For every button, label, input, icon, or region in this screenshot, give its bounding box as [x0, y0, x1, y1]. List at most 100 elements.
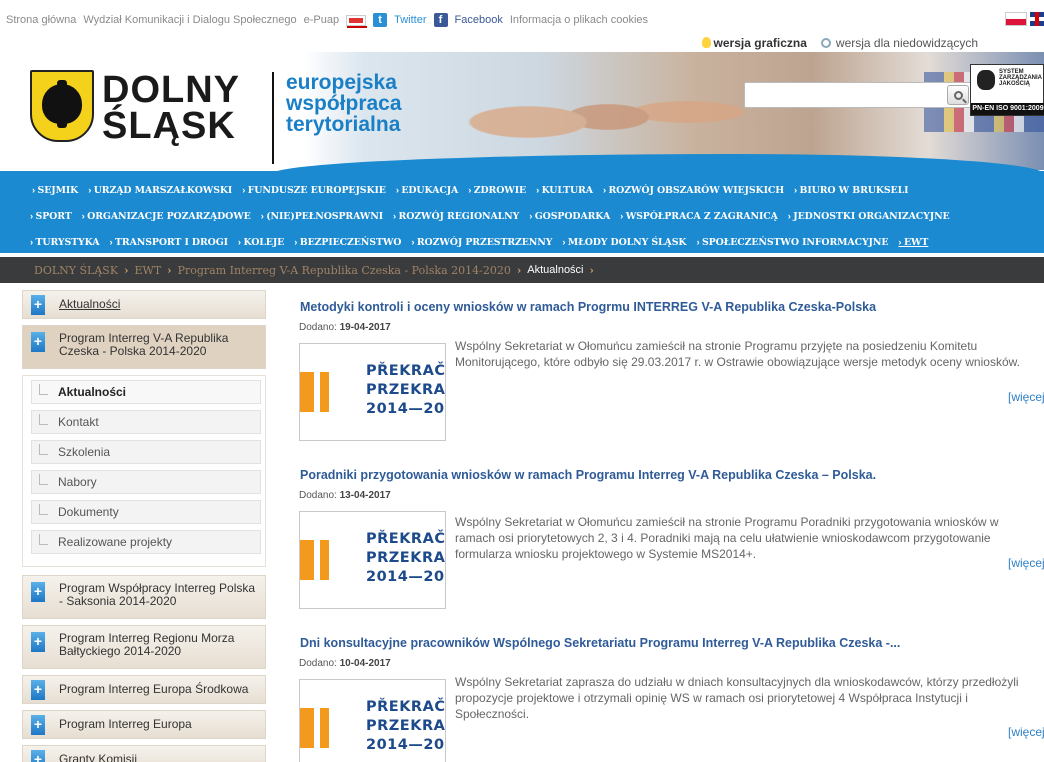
breadcrumb-separator-icon: ›: [516, 263, 522, 277]
nav-item-bezpieczenstwo[interactable]: BEZPIECZEŃSTWO: [294, 236, 402, 248]
sidebar-item-europa[interactable]: + Program Interreg Europa: [22, 710, 266, 739]
sidebar: + Aktualności + Program Interreg V-A Rep…: [22, 290, 269, 762]
nav-item-sport[interactable]: SPORT: [30, 210, 72, 222]
nav-item-edukacja[interactable]: EDUKACJA: [396, 184, 458, 196]
sidebar-item-granty-komisji[interactable]: + Granty Komisji: [22, 745, 266, 762]
nav-item-ngo[interactable]: ORGANIZACJE POZARZĄDOWE: [82, 210, 251, 222]
submenu-item-szkolenia[interactable]: Szkolenia: [31, 440, 261, 464]
nav-item-bruksela[interactable]: BIURO W BRUKSELI: [794, 184, 909, 196]
logo-text: DOLNY ŚLĄSK: [102, 69, 240, 147]
news-thumbnail[interactable]: PŘEKRAČUPRZEKRAC2014—20:: [299, 343, 446, 441]
site-logo[interactable]: DOLNY ŚLĄSK: [22, 62, 272, 166]
iso-certificate-badge: SYSTEM ZARZĄDZANIA JAKOŚCIĄ PN-EN ISO 90…: [970, 64, 1044, 116]
nav-row-1: SEJMIK URZĄD MARSZAŁKOWSKI FUNDUSZE EURO…: [32, 177, 1044, 203]
nav-item-mlody-dolny-slask[interactable]: MŁODY DOLNY ŚLĄSK: [562, 236, 687, 248]
facebook-icon[interactable]: f: [433, 13, 448, 27]
submenu-item-nabory[interactable]: Nabory: [31, 470, 261, 494]
nav-item-turystyka[interactable]: TURYSTYKA: [30, 236, 100, 248]
nav-item-rozwoj-wsi[interactable]: ROZWÓJ OBSZARÓW WIEJSKICH: [603, 184, 784, 196]
news-summary: Wspólny Sekretariat zaprasza do udziału …: [455, 675, 1019, 721]
news-list: Metodyki kontroli i oceny wniosków w ram…: [284, 286, 1044, 762]
site-tagline: europejska współpraca terytorialna: [286, 71, 402, 136]
nav-item-zdrowie[interactable]: ZDROWIE: [468, 184, 526, 196]
magnifier-icon: [820, 38, 831, 48]
submenu-item-aktualnosci[interactable]: Aktualności: [31, 380, 261, 404]
bip-icon[interactable]: [346, 14, 368, 28]
read-more-link[interactable]: [więcej]: [1008, 556, 1044, 570]
top-links: Strona główna Wydział Komunikacji i Dial…: [6, 13, 648, 28]
news-title[interactable]: Metodyki kontroli i oceny wniosków w ram…: [300, 300, 876, 314]
coat-of-arms-icon: [30, 70, 94, 142]
plus-icon: +: [31, 632, 45, 652]
breadcrumb-separator-icon: ›: [167, 263, 172, 277]
breadcrumb-separator-icon: ›: [589, 263, 594, 277]
read-more-link[interactable]: [więcej]: [1008, 725, 1044, 739]
news-title[interactable]: Dni konsultacyjne pracowników Wspólnego …: [300, 636, 900, 650]
nav-item-ewt[interactable]: EWT: [898, 236, 928, 248]
language-flags: [1005, 12, 1044, 26]
nav-item-gospodarka[interactable]: GOSPODARKA: [529, 210, 611, 222]
plus-icon: +: [31, 295, 45, 315]
graphic-version-link[interactable]: wersja graficzna: [701, 36, 807, 50]
sidebar-item-program-baltyk[interactable]: + Program Interreg Regionu Morza Bałtyck…: [22, 625, 266, 669]
breadcrumb-home[interactable]: DOLNY ŚLĄSK: [34, 264, 118, 277]
plus-icon: +: [31, 332, 45, 352]
nav-item-jednostki[interactable]: JEDNOSTKI ORGANIZACYJNE: [788, 210, 949, 222]
plus-icon: +: [31, 582, 45, 602]
read-more-link[interactable]: [więcej]: [1008, 390, 1044, 404]
news-thumbnail[interactable]: PŘEKRAČUPRZEKRAC2014—20:: [299, 679, 446, 762]
link-facebook[interactable]: Facebook: [455, 14, 503, 26]
main-navigation: SEJMIK URZĄD MARSZAŁKOWSKI FUNDUSZE EURO…: [0, 171, 1044, 253]
search-box: [744, 82, 976, 108]
news-summary: Wspólny Sekretariat w Ołomuńcu zamieścił…: [455, 515, 999, 561]
sidebar-item-aktualnosci[interactable]: + Aktualności: [22, 290, 266, 319]
news-item: Dni konsultacyjne pracowników Wspólnego …: [284, 622, 1044, 762]
bulb-icon: [701, 37, 711, 48]
plus-icon: +: [31, 750, 45, 762]
header: DOLNY ŚLĄSK europejska współpraca teryto…: [0, 52, 1044, 174]
link-epuap[interactable]: e-Puap: [304, 14, 339, 26]
news-thumbnail[interactable]: PŘEKRAČUPRZEKRAC2014—20:: [299, 511, 446, 609]
plus-icon: +: [31, 680, 45, 700]
submenu-item-kontakt[interactable]: Kontakt: [31, 410, 261, 434]
nav-row-2: SPORT ORGANIZACJE POZARZĄDOWE (NIE)PEŁNO…: [30, 203, 1044, 229]
breadcrumb-ewt[interactable]: EWT: [134, 264, 161, 277]
nav-item-rozwoj-przestrzenny[interactable]: ROZWÓJ PRZESTRZENNY: [411, 236, 553, 248]
nav-item-kultura[interactable]: KULTURA: [536, 184, 593, 196]
polish-flag-icon[interactable]: [1005, 12, 1027, 26]
nav-item-spoleczenstwo[interactable]: SPOŁECZEŃSTWO INFORMACYJNE: [696, 236, 889, 248]
link-communication-department[interactable]: Wydział Komunikacji i Dialogu Społeczneg…: [83, 14, 296, 26]
english-flag-icon[interactable]: [1030, 12, 1044, 26]
twitter-icon[interactable]: t: [373, 13, 388, 27]
nav-item-niepelnosprawni[interactable]: (NIE)PEŁNOSPRAWNI: [261, 210, 383, 222]
submenu-item-dokumenty[interactable]: Dokumenty: [31, 500, 261, 524]
breadcrumb-current: Aktualności: [527, 264, 584, 276]
version-switch: wersja graficzna wersja dla niedowidzący…: [701, 36, 978, 50]
nav-item-sejmik[interactable]: SEJMIK: [32, 184, 79, 196]
news-item: Poradniki przygotowania wniosków w ramac…: [284, 454, 1044, 622]
nav-item-transport[interactable]: TRANSPORT I DROGI: [109, 236, 228, 248]
news-date: Dodano: 10-04-2017: [299, 658, 391, 669]
news-item: Metodyki kontroli i oceny wniosków w ram…: [284, 286, 1044, 454]
sidebar-item-europa-srodkowa[interactable]: + Program Interreg Europa Środkowa: [22, 675, 266, 704]
nav-item-fundusze[interactable]: FUNDUSZE EUROPEJSKIE: [242, 184, 386, 196]
link-home[interactable]: Strona główna: [6, 14, 76, 26]
search-button[interactable]: [947, 85, 969, 105]
submenu-item-realizowane-projekty[interactable]: Realizowane projekty: [31, 530, 261, 554]
nav-item-urzad[interactable]: URZĄD MARSZAŁKOWSKI: [88, 184, 233, 196]
news-title[interactable]: Poradniki przygotowania wniosków w ramac…: [300, 468, 876, 482]
sidebar-item-program-pl-saksonia[interactable]: + Program Współpracy Interreg Polska - S…: [22, 575, 266, 619]
link-cookies[interactable]: Informacja o plikach cookies: [510, 14, 648, 26]
search-input[interactable]: [745, 83, 915, 107]
breadcrumb-program[interactable]: Program Interreg V-A Republika Czeska - …: [178, 264, 511, 277]
link-twitter[interactable]: Twitter: [394, 14, 426, 26]
nav-item-koleje[interactable]: KOLEJE: [238, 236, 284, 248]
nav-row-3: TURYSTYKA TRANSPORT I DROGI KOLEJE BEZPI…: [30, 229, 1044, 255]
search-icon: [953, 90, 963, 100]
sidebar-item-program-cz-pl[interactable]: + Program Interreg V-A Republika Czeska …: [22, 325, 266, 369]
sidebar-submenu: Aktualności Kontakt Szkolenia Nabory Dok…: [22, 375, 266, 567]
eagle-icon: [977, 70, 995, 90]
accessible-version-link[interactable]: wersja dla niedowidzących: [820, 36, 978, 50]
nav-item-rozwoj-regionalny[interactable]: ROZWÓJ REGIONALNY: [393, 210, 520, 222]
nav-item-wspolpraca[interactable]: WSPÓŁPRACA Z ZAGRANICĄ: [620, 210, 778, 222]
